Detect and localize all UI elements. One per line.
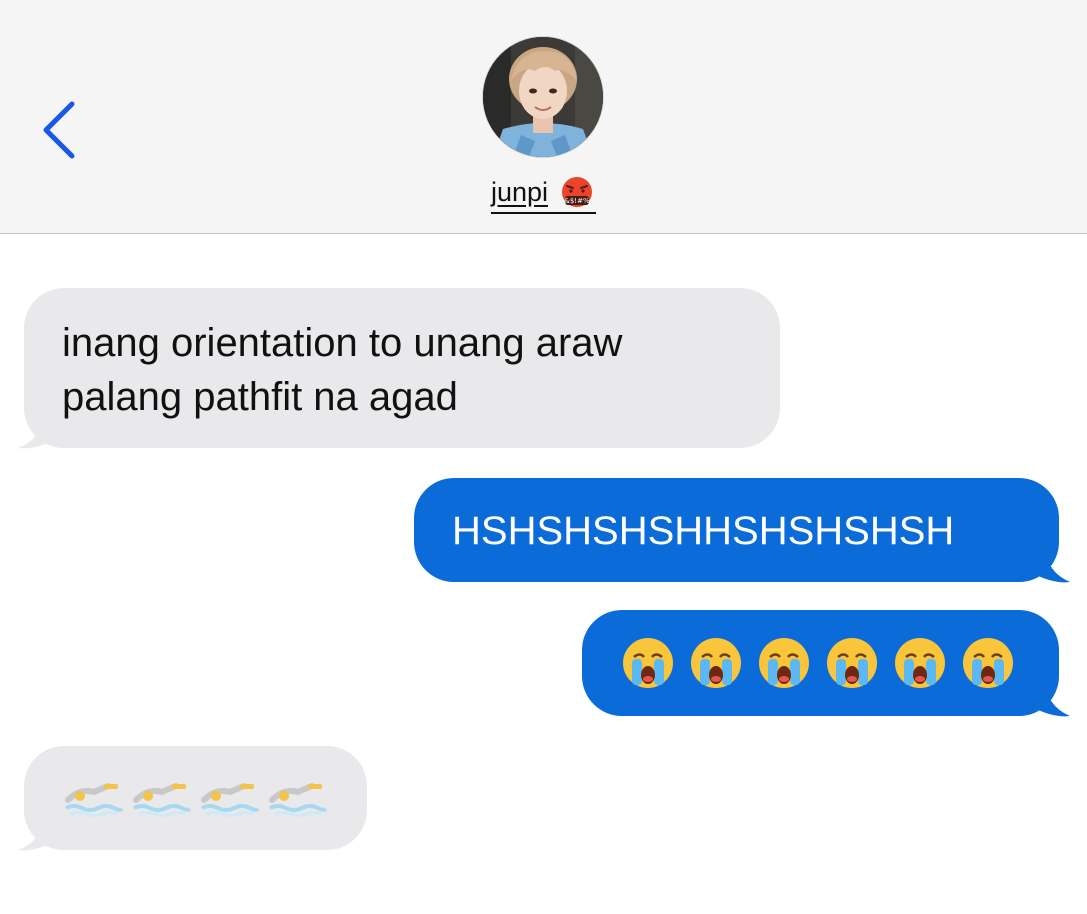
person-swimming-icon (269, 783, 328, 817)
emoji-row (620, 610, 1031, 716)
message-bubble-received[interactable] (24, 746, 367, 850)
message-line: inang orientation to unang araw (62, 321, 623, 365)
svg-text:&$!#%: &$!#% (564, 197, 590, 205)
message-bubble-sent[interactable] (582, 610, 1059, 716)
message-bubble-received[interactable]: inang orientation to unang araw palang p… (24, 288, 780, 448)
loudly-crying-face-icon (827, 638, 877, 688)
contact-name-row[interactable]: junpi &$!#% (0, 172, 1087, 216)
bubble-tail (18, 812, 54, 851)
avatar-photo (483, 37, 603, 157)
loudly-crying-face-icon (691, 638, 741, 688)
conversation-header: junpi &$!#% (0, 0, 1087, 234)
contact-name-link[interactable]: junpi &$!#% (490, 174, 597, 214)
loudly-crying-face-icon (963, 638, 1013, 688)
message-line: palang pathfit na agad (62, 375, 458, 419)
message-text: HSHSHSHSHHSHSHSHSH (452, 509, 955, 553)
contact-avatar[interactable] (483, 37, 603, 157)
loudly-crying-face-icon (759, 638, 809, 688)
loudly-crying-face-icon (623, 638, 673, 688)
person-swimming-icon (201, 783, 260, 817)
emoji-row (64, 746, 337, 850)
person-swimming-icon (133, 783, 192, 817)
loudly-crying-face-icon (895, 638, 945, 688)
back-button[interactable] (36, 98, 80, 162)
person-swimming-icon (65, 783, 124, 817)
message-bubble-sent[interactable]: HSHSHSHSHHSHSHSHSH (414, 478, 1059, 582)
bubble-tail (1034, 678, 1070, 717)
face-with-symbols-icon: &$!#% (558, 174, 596, 210)
chevron-left-icon (43, 101, 75, 159)
bubble-tail (18, 410, 54, 449)
bubble-tail (1034, 544, 1070, 583)
contact-name: junpi (490, 176, 549, 207)
